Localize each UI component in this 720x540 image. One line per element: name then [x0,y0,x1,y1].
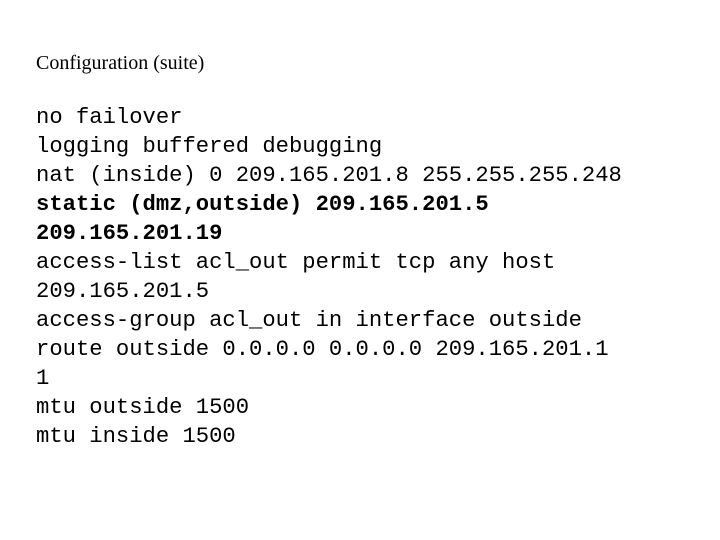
config-line: no failover [36,105,183,130]
config-line: mtu inside 1500 [36,424,236,449]
presentation-slide: Configuration (suite) no failover logging… [0,0,720,540]
config-line: 209.165.201.5 [36,279,210,304]
config-line: 209.165.201.19 [36,221,223,246]
config-line: nat (inside) 0 209.165.201.8 255.255.255… [36,163,622,188]
config-line: 1 [36,366,50,391]
config-line: mtu outside 1500 [36,395,250,420]
configuration-listing: no failover logging buffered debugging nat… [36,103,706,451]
page-title: Configuration (suite) [36,52,205,74]
config-line: access-group acl_out in interface outsid… [36,308,582,333]
config-line: static (dmz,outside) 209.165.201.5 [36,192,489,217]
config-line: access-list acl_out permit tcp any host [36,250,556,275]
config-line: route outside 0.0.0.0 0.0.0.0 209.165.20… [36,337,609,362]
config-line: logging buffered debugging [36,134,383,159]
